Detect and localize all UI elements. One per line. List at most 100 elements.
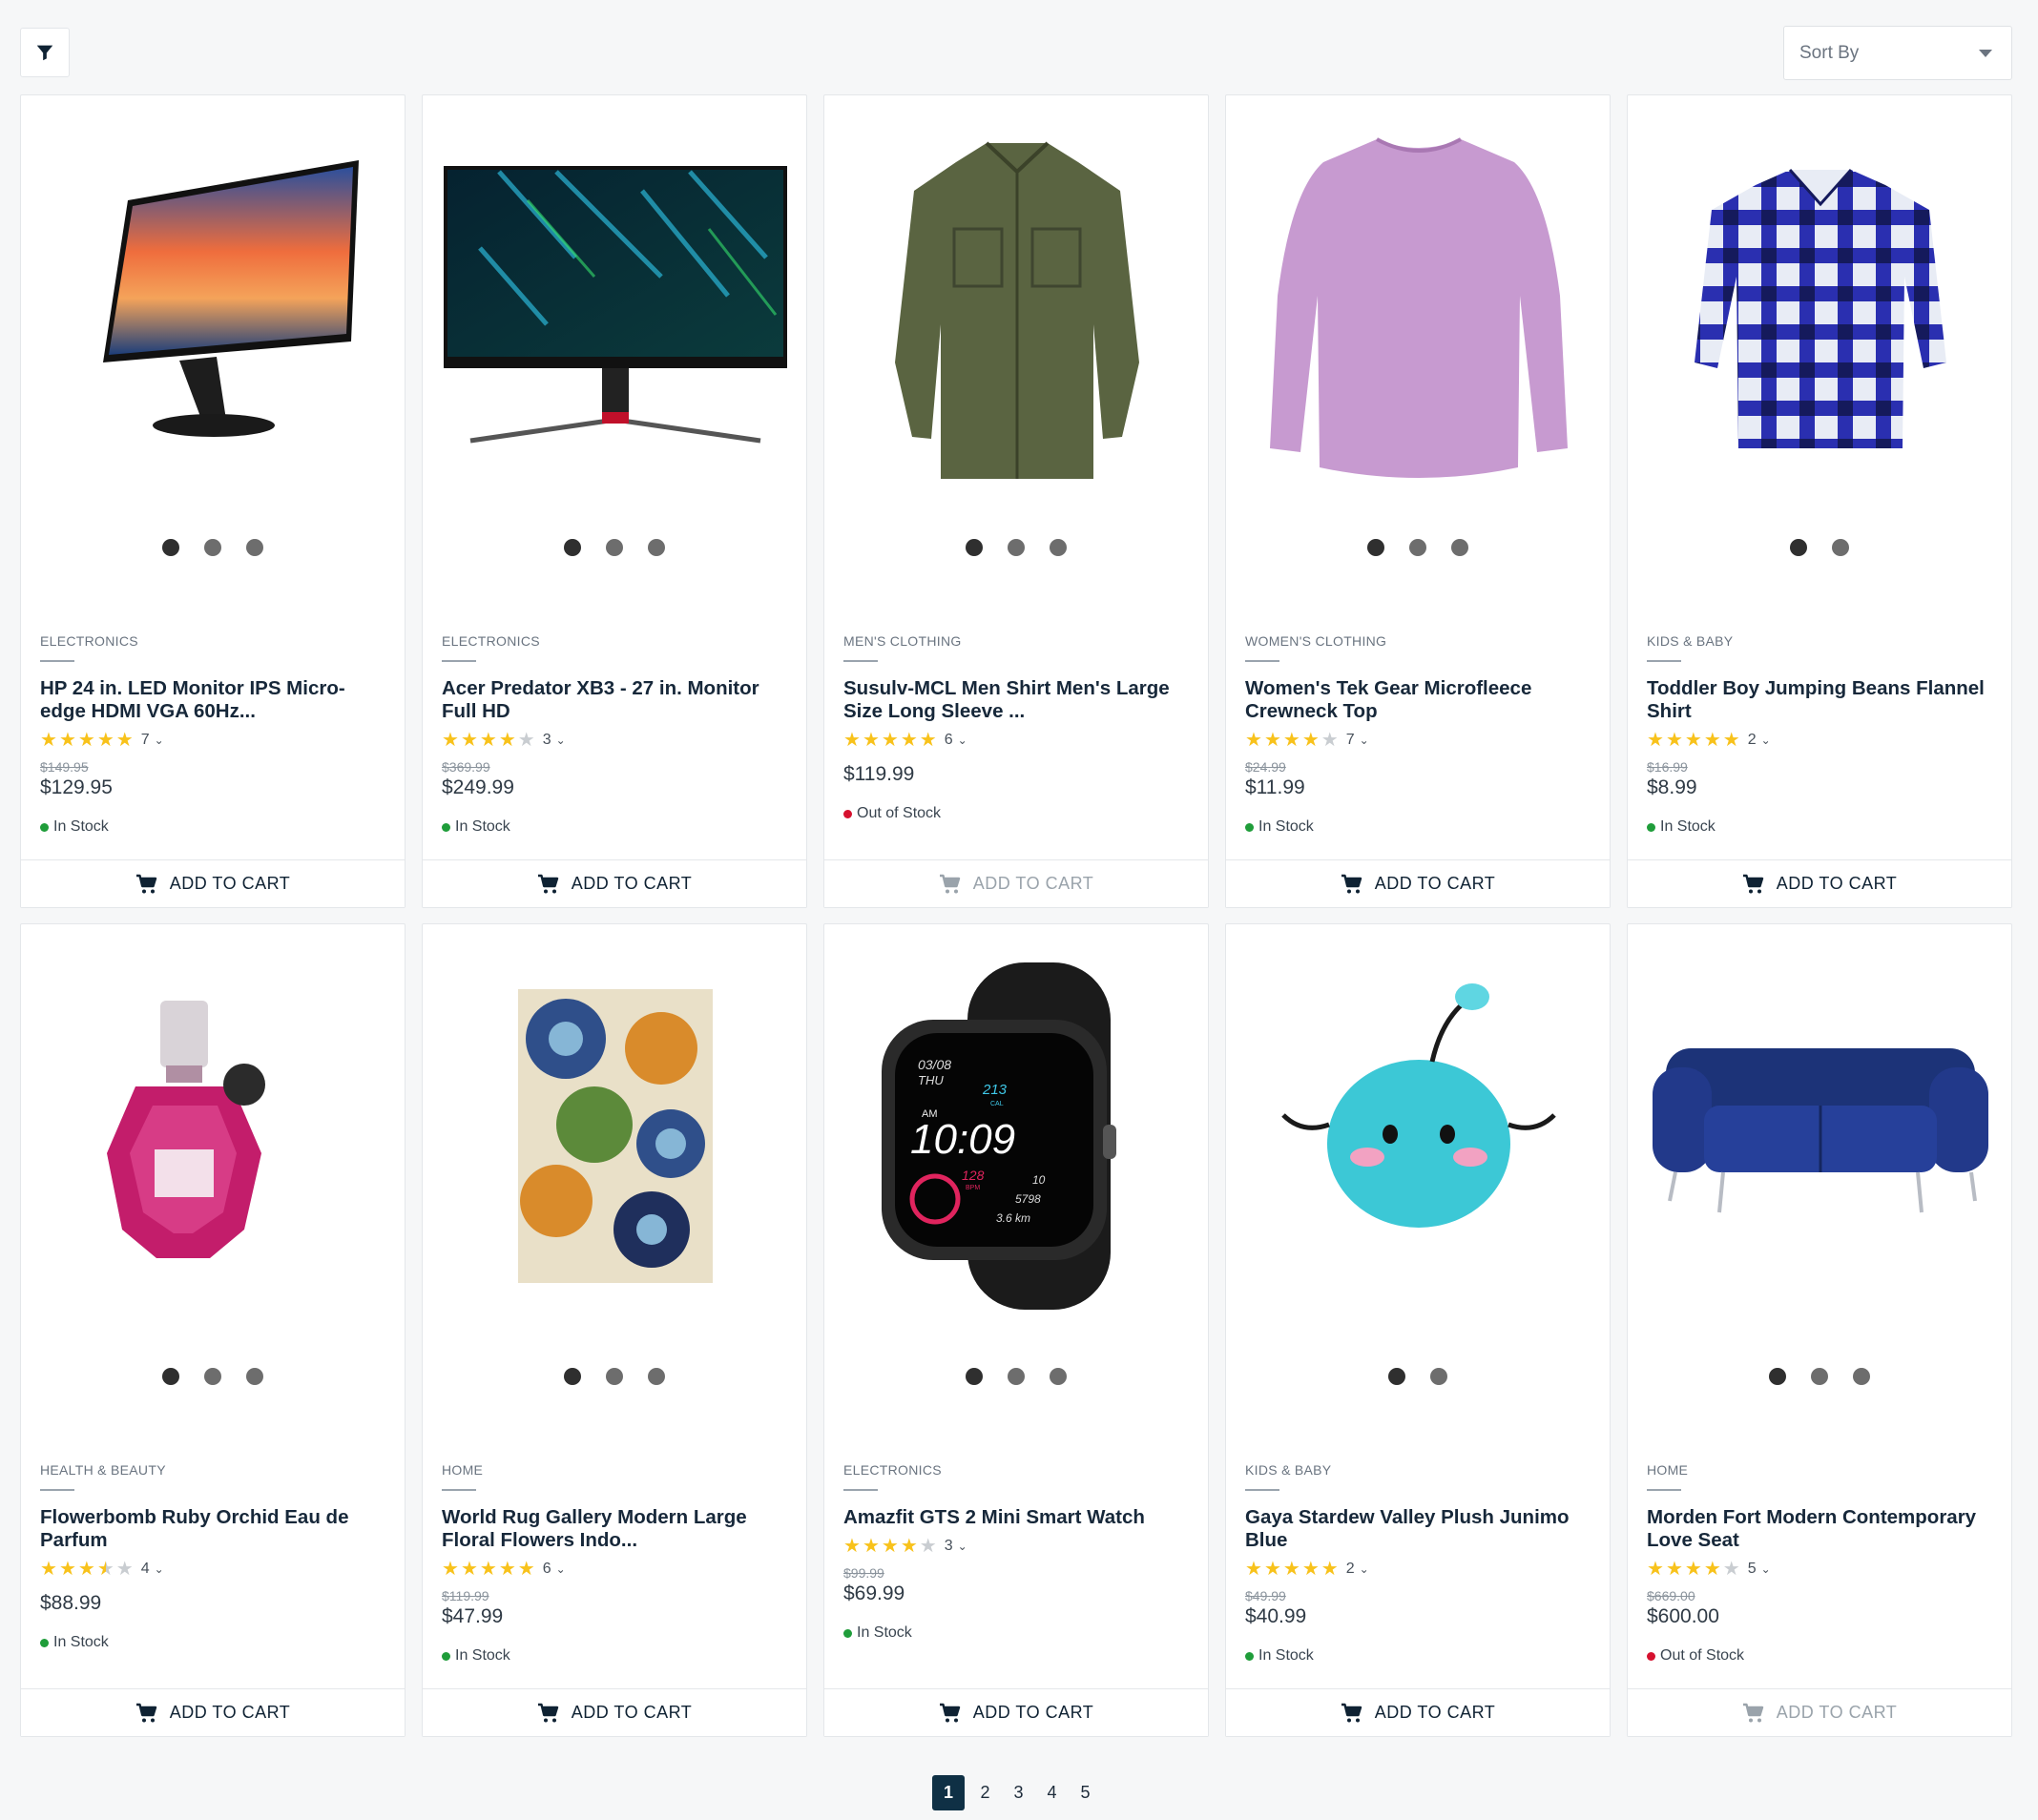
product-card-3[interactable]: MEN'S CLOTHING Susulv-MCL Men Shirt Men'… bbox=[823, 94, 1209, 908]
carousel-dot[interactable] bbox=[1451, 539, 1468, 556]
product-card-7[interactable]: HOME World Rug Gallery Modern Large Flor… bbox=[422, 923, 807, 1737]
star-icon: ★ bbox=[442, 730, 459, 751]
product-title[interactable]: World Rug Gallery Modern Large Floral Fl… bbox=[442, 1506, 787, 1552]
filter-button[interactable] bbox=[20, 28, 70, 77]
add-to-cart-button[interactable]: ADD TO CART bbox=[1628, 859, 2011, 907]
carousel-dot[interactable] bbox=[966, 539, 983, 556]
add-to-cart-button[interactable]: ADD TO CART bbox=[1628, 1688, 2011, 1736]
carousel-dot[interactable] bbox=[162, 539, 179, 556]
product-card-1[interactable]: ELECTRONICS HP 24 in. LED Monitor IPS Mi… bbox=[20, 94, 406, 908]
product-rating[interactable]: ★ ★ ★ ★ ★ 7 ⌄ bbox=[1245, 731, 1591, 750]
category-divider bbox=[442, 660, 476, 662]
carousel-dot[interactable] bbox=[564, 539, 581, 556]
product-card-9[interactable]: KIDS & BABY Gaya Stardew Valley Plush Ju… bbox=[1225, 923, 1611, 1737]
carousel-dot[interactable] bbox=[1388, 1368, 1405, 1385]
add-to-cart-button[interactable]: ADD TO CART bbox=[423, 1688, 806, 1736]
product-card-2[interactable]: ELECTRONICS Acer Predator XB3 - 27 in. M… bbox=[422, 94, 807, 908]
sort-dropdown[interactable]: Sort By bbox=[1783, 26, 2012, 80]
stock-dot-icon bbox=[1245, 822, 1254, 832]
product-category: MEN'S CLOTHING bbox=[843, 633, 962, 649]
add-to-cart-button[interactable]: ADD TO CART bbox=[1226, 1688, 1610, 1736]
product-image[interactable] bbox=[1245, 134, 1592, 481]
add-to-cart-button[interactable]: ADD TO CART bbox=[21, 859, 405, 907]
product-card-5[interactable]: KIDS & BABY Toddler Boy Jumping Beans Fl… bbox=[1627, 94, 2012, 908]
product-image[interactable] bbox=[843, 134, 1191, 481]
carousel-dot[interactable] bbox=[564, 1368, 581, 1385]
product-title[interactable]: Flowerbomb Ruby Orchid Eau de Parfum bbox=[40, 1506, 385, 1552]
product-rating[interactable]: ★ ★ ★ ★ ★ 5 ⌄ bbox=[1647, 1560, 1992, 1579]
product-image[interactable] bbox=[442, 134, 789, 481]
sale-price: $119.99 bbox=[843, 763, 915, 785]
star-icon: ★ bbox=[1282, 1559, 1300, 1580]
product-title[interactable]: Gaya Stardew Valley Plush Junimo Blue bbox=[1245, 1506, 1591, 1552]
product-rating[interactable]: ★ ★ ★ ★ ★ 4 ⌄ bbox=[40, 1560, 385, 1579]
product-image[interactable]: 03/08 THU 213 CAL AM 10:09 128 BPM 10 57… bbox=[843, 962, 1191, 1310]
product-image[interactable] bbox=[1647, 134, 1994, 481]
product-card-10[interactable]: HOME Morden Fort Modern Contemporary Lov… bbox=[1627, 923, 2012, 1737]
original-price: $99.99 bbox=[843, 1565, 884, 1581]
product-title[interactable]: Women's Tek Gear Microfleece Crewneck To… bbox=[1245, 677, 1591, 723]
product-rating[interactable]: ★ ★ ★ ★ ★ 6 ⌄ bbox=[843, 731, 1189, 750]
product-title[interactable]: Susulv-MCL Men Shirt Men's Large Size Lo… bbox=[843, 677, 1189, 723]
product-image[interactable] bbox=[442, 962, 789, 1310]
carousel-dot[interactable] bbox=[648, 539, 665, 556]
page-3-button[interactable]: 3 bbox=[1006, 1775, 1031, 1810]
product-card-8[interactable]: 03/08 THU 213 CAL AM 10:09 128 BPM 10 57… bbox=[823, 923, 1209, 1737]
carousel-dot[interactable] bbox=[606, 539, 623, 556]
product-image[interactable] bbox=[40, 962, 387, 1310]
carousel-dot[interactable] bbox=[162, 1368, 179, 1385]
add-to-cart-label: ADD TO CART bbox=[1776, 874, 1898, 893]
toolbar: Sort By bbox=[20, 26, 2012, 80]
carousel-dot[interactable] bbox=[648, 1368, 665, 1385]
carousel-dot[interactable] bbox=[1430, 1368, 1447, 1385]
product-title[interactable]: Acer Predator XB3 - 27 in. Monitor Full … bbox=[442, 677, 787, 723]
page-4-button[interactable]: 4 bbox=[1039, 1775, 1065, 1810]
carousel-dot[interactable] bbox=[1008, 539, 1025, 556]
carousel-dot[interactable] bbox=[1367, 539, 1384, 556]
product-rating[interactable]: ★ ★ ★ ★ ★ 3 ⌄ bbox=[843, 1537, 1189, 1556]
carousel-dot[interactable] bbox=[606, 1368, 623, 1385]
page-2-button[interactable]: 2 bbox=[972, 1775, 998, 1810]
product-rating[interactable]: ★ ★ ★ ★ ★ 2 ⌄ bbox=[1647, 731, 1992, 750]
product-card-4[interactable]: WOMEN'S CLOTHING Women's Tek Gear Microf… bbox=[1225, 94, 1611, 908]
cart-icon bbox=[1742, 874, 1763, 893]
carousel-dot[interactable] bbox=[1811, 1368, 1828, 1385]
carousel-dot[interactable] bbox=[1008, 1368, 1025, 1385]
product-card-6[interactable]: HEALTH & BEAUTY Flowerbomb Ruby Orchid E… bbox=[20, 923, 406, 1737]
carousel-dot[interactable] bbox=[204, 539, 221, 556]
carousel-dot[interactable] bbox=[246, 1368, 263, 1385]
carousel-dot[interactable] bbox=[966, 1368, 983, 1385]
star-icon: ★ bbox=[843, 730, 861, 751]
carousel-dot[interactable] bbox=[246, 539, 263, 556]
carousel-dot[interactable] bbox=[1769, 1368, 1786, 1385]
page-1-button[interactable]: 1 bbox=[932, 1775, 965, 1810]
add-to-cart-button[interactable]: ADD TO CART bbox=[824, 859, 1208, 907]
product-image[interactable] bbox=[1245, 962, 1592, 1310]
carousel-dot[interactable] bbox=[1790, 539, 1807, 556]
product-title[interactable]: Amazfit GTS 2 Mini Smart Watch bbox=[843, 1506, 1189, 1529]
watch-time: 10:09 bbox=[910, 1116, 1015, 1163]
product-rating[interactable]: ★ ★ ★ ★ ★ 3 ⌄ bbox=[442, 731, 787, 750]
carousel-dot[interactable] bbox=[1409, 539, 1426, 556]
product-image[interactable] bbox=[40, 134, 387, 481]
chevron-down-icon: ⌄ bbox=[957, 1540, 967, 1553]
carousel-dot[interactable] bbox=[1832, 539, 1849, 556]
product-image[interactable] bbox=[1647, 962, 1994, 1310]
add-to-cart-button[interactable]: ADD TO CART bbox=[824, 1688, 1208, 1736]
carousel-dot[interactable] bbox=[1050, 539, 1067, 556]
add-to-cart-button[interactable]: ADD TO CART bbox=[21, 1688, 405, 1736]
star-icon: ★ bbox=[881, 730, 899, 751]
product-rating[interactable]: ★ ★ ★ ★ ★ 7 ⌄ bbox=[40, 731, 385, 750]
page-5-button[interactable]: 5 bbox=[1072, 1775, 1098, 1810]
add-to-cart-button[interactable]: ADD TO CART bbox=[423, 859, 806, 907]
product-rating[interactable]: ★ ★ ★ ★ ★ 6 ⌄ bbox=[442, 1560, 787, 1579]
product-title[interactable]: HP 24 in. LED Monitor IPS Micro-edge HDM… bbox=[40, 677, 385, 723]
add-to-cart-button[interactable]: ADD TO CART bbox=[1226, 859, 1610, 907]
product-title[interactable]: Toddler Boy Jumping Beans Flannel Shirt bbox=[1647, 677, 1992, 723]
product-title[interactable]: Morden Fort Modern Contemporary Love Sea… bbox=[1647, 1506, 1992, 1552]
carousel-dot[interactable] bbox=[1050, 1368, 1067, 1385]
carousel-dot[interactable] bbox=[204, 1368, 221, 1385]
carousel-dot[interactable] bbox=[1853, 1368, 1870, 1385]
product-rating[interactable]: ★ ★ ★ ★ ★ 2 ⌄ bbox=[1245, 1560, 1591, 1579]
chevron-down-icon: ⌄ bbox=[957, 734, 967, 747]
